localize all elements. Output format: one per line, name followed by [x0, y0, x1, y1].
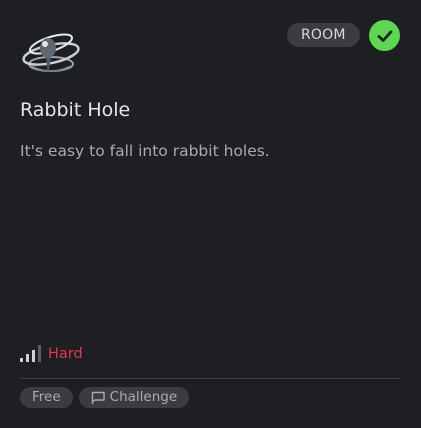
room-title[interactable]: Rabbit Hole	[20, 97, 130, 123]
challenge-tag: Challenge	[78, 387, 190, 408]
difficulty-indicator: Hard	[20, 343, 83, 365]
difficulty-label: Hard	[48, 346, 83, 362]
free-tag: Free	[20, 387, 73, 408]
room-type-badge: ROOM	[287, 23, 360, 47]
completed-check-icon	[369, 20, 400, 51]
rabbit-hole-logo-icon	[22, 33, 80, 74]
room-card[interactable]: ROOM Rabbit Hole It's easy to fall into …	[0, 0, 421, 428]
flag-icon	[91, 391, 105, 404]
free-tag-label: Free	[32, 389, 61, 405]
challenge-tag-label: Challenge	[109, 389, 178, 405]
tag-list: Free Challenge	[20, 387, 190, 408]
divider	[20, 378, 400, 379]
room-description: It's easy to fall into rabbit holes.	[20, 142, 270, 160]
signal-bars-icon	[20, 345, 41, 362]
